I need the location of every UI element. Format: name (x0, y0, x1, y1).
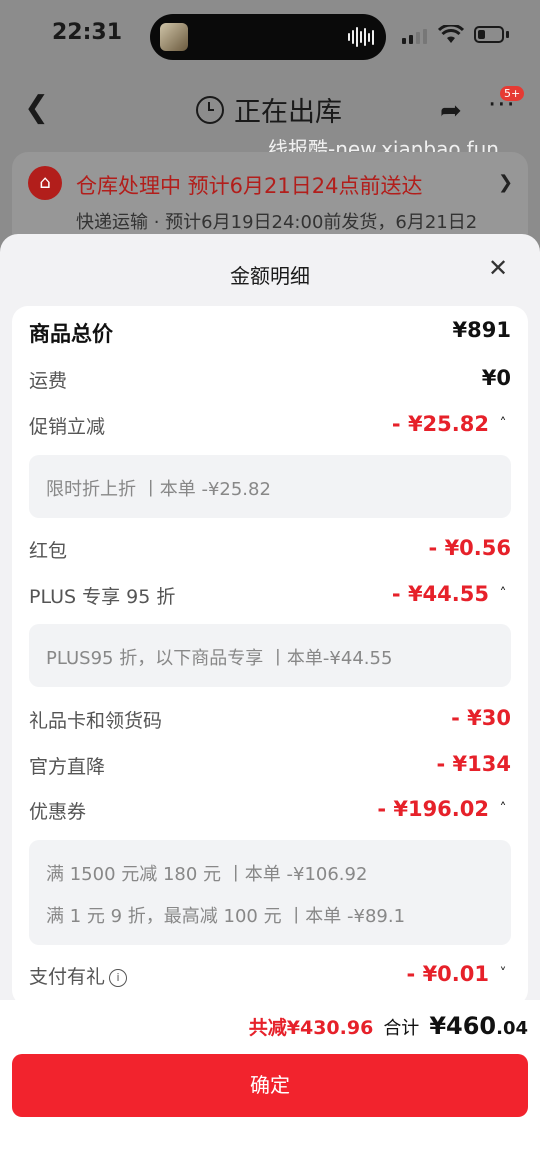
total-saved: 共减¥430.96 (248, 1017, 374, 1039)
row-value: - ¥0.01 ˅ (407, 962, 511, 986)
row-label: PLUS 专享 95 折 (29, 586, 176, 608)
row-label: 礼品卡和领货码 (29, 710, 163, 732)
plus-detail-box: PLUS95 折，以下商品专享 丨本单-¥44.55 (29, 624, 511, 687)
row-value: ¥0 (482, 366, 511, 390)
order-sub-text: 快递运输 · 预计6月19日24:00前发货，6月21日2 (76, 212, 478, 233)
official-drop-value: - ¥134 (436, 752, 511, 776)
battery-icon (474, 26, 504, 43)
audio-wave-icon (348, 26, 374, 48)
wifi-icon (438, 25, 464, 43)
status-bar: 22:31 (0, 0, 540, 72)
row-coupon[interactable]: 优惠券 - ¥196.02 ˄ (29, 797, 511, 827)
nav-title-text: 正在出库 (234, 97, 342, 128)
row-goods-total: 商品总价 ¥891 (29, 318, 511, 348)
row-value: - ¥134 (437, 752, 511, 776)
coupon-value: - ¥196.02 (377, 797, 489, 821)
dynamic-island (150, 14, 386, 60)
footer-bar: 共减¥430.96 合计 ¥460.04 确定 (0, 1000, 540, 1170)
row-label: 官方直降 (29, 756, 106, 778)
pay-gift-value: - ¥0.01 (406, 962, 489, 986)
chevron-up-icon[interactable]: ˄ (495, 416, 511, 432)
total-label: 合计 (383, 1018, 420, 1039)
promo-value: - ¥25.82 (391, 412, 489, 436)
chevron-up-icon[interactable]: ˄ (495, 586, 511, 602)
promo-detail-line: 限时折上折 丨本单 -¥25.82 (46, 479, 271, 500)
plus-value: - ¥44.55 (391, 582, 489, 606)
goods-total-value: ¥891 (452, 318, 511, 342)
total-amount: ¥460.04 (429, 1012, 528, 1040)
promo-detail-box: 限时折上折 丨本单 -¥25.82 (29, 455, 511, 518)
gift-card-value: - ¥30 (451, 706, 511, 730)
info-icon[interactable]: i (109, 969, 128, 987)
pay-gift-label: 支付有礼 (29, 966, 106, 988)
confirm-button[interactable]: 确定 (12, 1054, 528, 1117)
clock-icon (196, 95, 224, 124)
coupon-detail-line: 满 1500 元减 180 元 丨本单 -¥106.92 (46, 864, 368, 885)
sheet-title: 金额明细 (230, 264, 310, 288)
total-amount-dec: .04 (496, 1018, 528, 1039)
back-button[interactable]: ❮ (24, 90, 49, 125)
row-label: 红包 (29, 540, 68, 562)
chevron-right-icon[interactable]: ❯ (498, 172, 513, 193)
more-badge: 5+ (500, 86, 525, 101)
row-plus[interactable]: PLUS 专享 95 折 - ¥44.55 ˄ (29, 582, 511, 612)
now-playing-thumbnail (160, 23, 188, 51)
row-value: - ¥196.02 ˄ (377, 797, 511, 821)
nav-title: 正在出库 (196, 90, 342, 129)
amount-panel: 商品总价 ¥891 运费 ¥0 促销立减 - ¥25.82 ˄ 限时折上折 丨本单… (12, 306, 528, 1006)
row-label: 商品总价 (29, 322, 113, 346)
coupon-detail-line: 满 1 元 9 折，最高减 100 元 丨本单 -¥89.1 (46, 906, 406, 927)
row-promo[interactable]: 促销立减 - ¥25.82 ˄ (29, 412, 511, 442)
close-button[interactable]: ✕ (488, 254, 508, 282)
total-amount-int: ¥460 (429, 1012, 497, 1040)
row-red-packet: 红包 - ¥0.56 (29, 536, 511, 566)
chevron-down-icon[interactable]: ˅ (495, 966, 511, 982)
row-label: 支付有礼 i (29, 962, 128, 989)
row-shipping: 运费 ¥0 (29, 366, 511, 396)
row-value: - ¥44.55 ˄ (392, 582, 511, 606)
row-value: - ¥25.82 ˄ (392, 412, 511, 436)
row-official-drop: 官方直降 - ¥134 (29, 752, 511, 782)
total-line: 共减¥430.96 合计 ¥460.04 (249, 1012, 528, 1040)
row-value: ¥891 (453, 318, 511, 342)
battery-cap (506, 31, 509, 38)
status-time: 22:31 (52, 20, 123, 45)
row-label: 优惠券 (29, 801, 87, 823)
cellular-signal-icon (402, 28, 427, 44)
row-label: 运费 (29, 370, 68, 392)
chevron-up-icon[interactable]: ˄ (495, 801, 511, 817)
row-gift-card: 礼品卡和领货码 - ¥30 (29, 706, 511, 736)
order-status-text: 仓库处理中 预计6月21日24点前送达 (76, 174, 423, 198)
row-value: - ¥30 (451, 706, 511, 730)
row-pay-gift[interactable]: 支付有礼 i - ¥0.01 ˅ (29, 962, 511, 992)
red-packet-value: - ¥0.56 (428, 536, 511, 560)
plus-detail-line: PLUS95 折，以下商品专享 丨本单-¥44.55 (46, 648, 393, 669)
shipping-value: ¥0 (481, 366, 511, 390)
coupon-detail-box: 满 1500 元减 180 元 丨本单 -¥106.92 满 1 元 9 折，最… (29, 840, 511, 945)
warehouse-icon: ⌂ (28, 166, 62, 200)
share-button[interactable]: ➦ (440, 96, 462, 126)
row-value: - ¥0.56 (429, 536, 511, 560)
row-label: 促销立减 (29, 416, 106, 438)
